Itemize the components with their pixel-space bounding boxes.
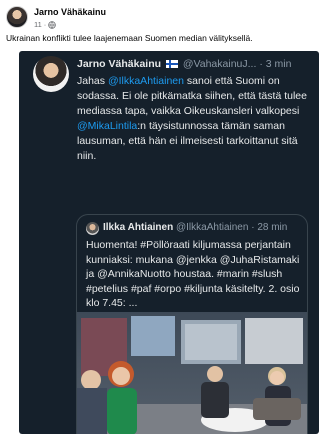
finland-flag-icon xyxy=(165,60,178,68)
studio-scene-image xyxy=(77,312,307,434)
post-time[interactable]: 11 xyxy=(34,20,42,29)
quoted-time[interactable]: 28 min xyxy=(257,222,287,233)
tweet-time[interactable]: 3 min xyxy=(266,58,292,70)
tweet-avatar[interactable] xyxy=(33,56,69,92)
quoted-text: Huomenta! #Pöllöraati kiljumassa perjant… xyxy=(86,239,300,309)
post-text: Ukrainan konflikti tulee laajenemaan Suo… xyxy=(6,33,253,43)
poster-name[interactable]: Jarno Vähäkainu xyxy=(34,7,106,17)
tweet-author-name[interactable]: Jarno Vähäkainu xyxy=(77,58,161,70)
quoted-author-handle[interactable]: @IlkkaAhtiainen xyxy=(176,222,248,233)
tweet-author-handle[interactable]: @VahakainuJ... xyxy=(183,58,257,70)
post-header: Jarno Vähäkainu 11 · xyxy=(6,6,328,34)
tweet-card[interactable]: Jarno Vähäkainu @VahakainuJ... · 3 min J… xyxy=(19,51,319,434)
tweet-header: Jarno Vähäkainu @VahakainuJ... · 3 min xyxy=(77,58,292,70)
tv-studio-photo[interactable] xyxy=(77,312,307,434)
tweet-text: Jahas @IlkkaAhtiainen sanoi että Suomi o… xyxy=(77,75,307,162)
poster-avatar[interactable] xyxy=(6,6,28,28)
quoted-tweet[interactable]: Ilkka Ahtiainen @IlkkaAhtiainen · 28 min… xyxy=(76,214,308,434)
quoted-avatar[interactable] xyxy=(86,222,99,235)
mention-link[interactable]: @MikaLintila xyxy=(77,120,137,132)
quoted-author-name[interactable]: Ilkka Ahtiainen xyxy=(103,222,173,233)
quoted-header: Ilkka Ahtiainen @IlkkaAhtiainen · 28 min xyxy=(103,222,288,233)
post-meta: 11 · xyxy=(34,20,57,29)
mention-link[interactable]: @IlkkaAhtiainen xyxy=(108,75,184,87)
globe-icon xyxy=(48,20,57,29)
